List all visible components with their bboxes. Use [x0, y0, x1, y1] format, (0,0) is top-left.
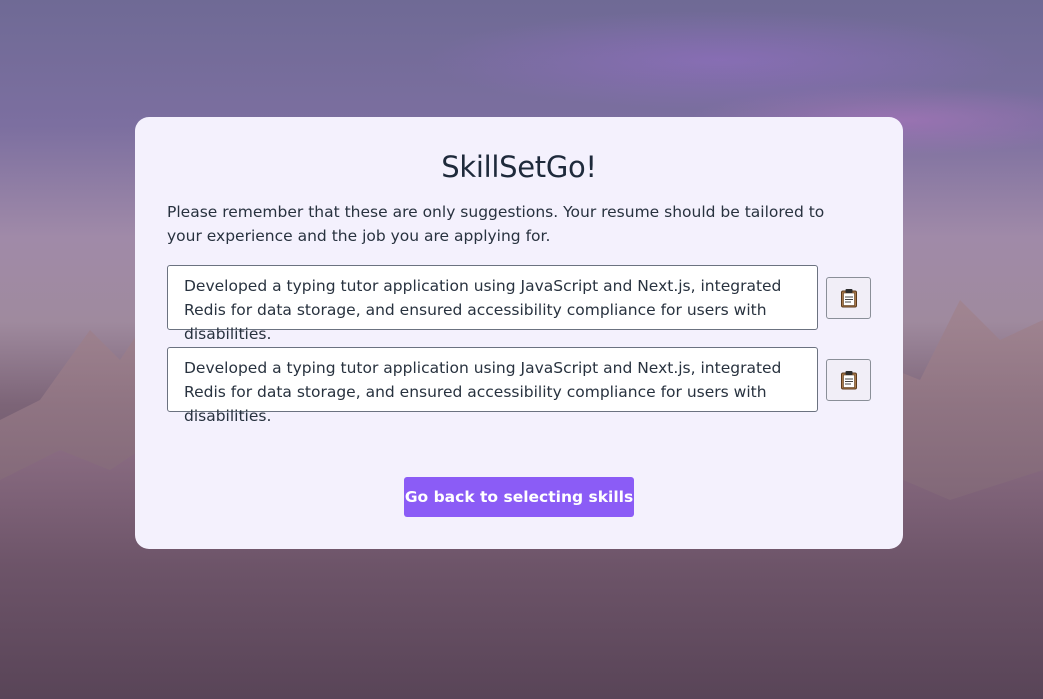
back-to-skills-button[interactable]: Go back to selecting skills: [404, 477, 634, 517]
clipboard-icon: [840, 288, 857, 307]
disclaimer-text: Please remember that these are only sugg…: [167, 203, 825, 245]
clipboard-icon: [840, 370, 857, 389]
copy-button[interactable]: [826, 276, 871, 319]
copy-button[interactable]: [826, 358, 871, 401]
suggestion-text[interactable]: Developed a typing tutor application usi…: [167, 347, 818, 425]
suggestions-card: SkillSetGo! Please remember that these a…: [135, 117, 903, 549]
suggestion-row: Developed a typing tutor application usi…: [167, 347, 871, 425]
suggestion-text[interactable]: Developed a typing tutor application usi…: [167, 265, 818, 343]
suggestion-row: Developed a typing tutor application usi…: [167, 265, 871, 343]
app-title: SkillSetGo!: [441, 150, 597, 184]
